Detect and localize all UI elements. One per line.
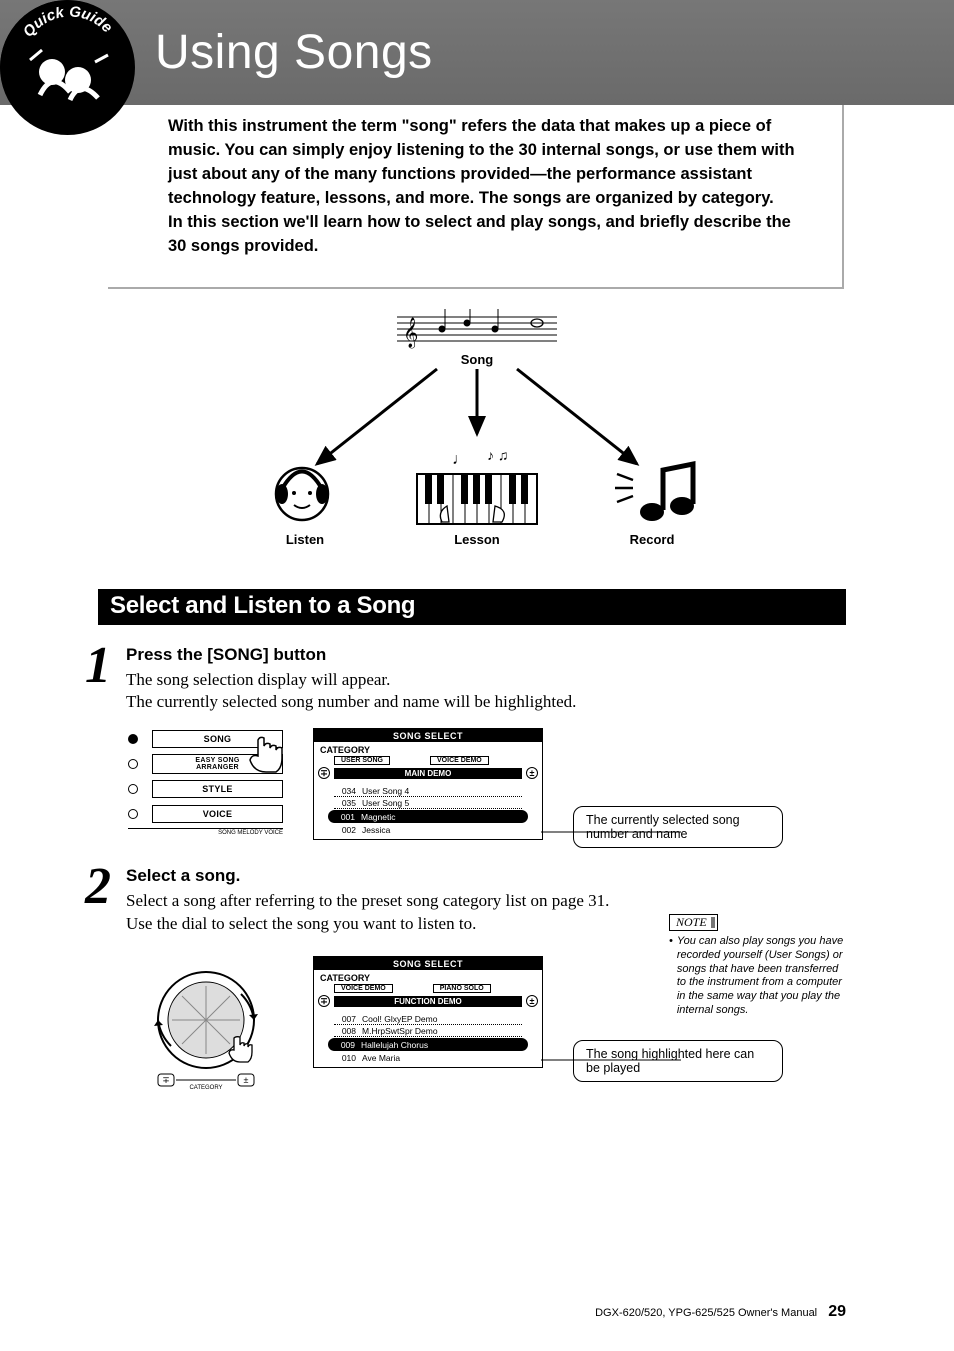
- record-icon: [615, 464, 694, 521]
- song-flow-diagram: 𝄞 Song Listen ♩ ♪ ♫: [110, 309, 844, 569]
- svg-text:∓: ∓: [162, 1075, 170, 1085]
- page-footer: DGX-620/520, YPG-625/525 Owner's Manual …: [595, 1303, 846, 1321]
- lcd2-bar: FUNCTION DEMO: [334, 996, 522, 1007]
- diagram-listen-label: Listen: [286, 532, 324, 547]
- music-staff-icon: 𝄞: [397, 309, 557, 349]
- note-box: NOTE •You can also play songs you have r…: [669, 914, 844, 1018]
- lcd-row: 001Magnetic: [328, 810, 528, 823]
- listen-icon: [276, 468, 328, 520]
- lcd-row: 010Ave Maria: [334, 1052, 522, 1063]
- lesson-icon: ♩ ♪ ♫: [417, 447, 537, 524]
- panel-buttons: SONG EASY SONG ARRANGER STYLE VOICE SONG…: [128, 728, 283, 836]
- lcd-left-arrow-icon[interactable]: ∓: [318, 995, 330, 1007]
- section-heading: Select and Listen to a Song: [98, 589, 846, 625]
- lcd2-list: 007Cool! GlxyEP Demo008M.HrpSwtSpr Demo0…: [314, 1011, 542, 1067]
- dial-control[interactable]: ∓ ± CATEGORY: [128, 956, 283, 1096]
- step-number: 2: [78, 866, 118, 936]
- lcd2-category: CATEGORY: [314, 970, 542, 984]
- song-melody-voice-label: SONG MELODY VOICE: [128, 828, 283, 836]
- lcd-row: 034User Song 4: [334, 785, 522, 797]
- step1-title: Press the [SONG] button: [126, 645, 846, 665]
- callout-connector: [541, 826, 681, 856]
- callout-connector: [541, 1054, 681, 1084]
- diagram-lesson-label: Lesson: [454, 532, 500, 547]
- lcd1-tab-right: VOICE DEMO: [430, 756, 489, 765]
- lcd-left-arrow-icon[interactable]: ∓: [318, 767, 330, 779]
- page-title: Using Songs: [155, 25, 433, 80]
- svg-text:♪ ♫: ♪ ♫: [487, 447, 508, 463]
- lcd-screen-2: SONG SELECT CATEGORY VOICE DEMO PIANO SO…: [313, 956, 543, 1068]
- lcd-row: 002Jessica: [334, 824, 522, 835]
- lcd1-bar: MAIN DEMO: [334, 768, 522, 779]
- page-header: Quick Guide Using Songs: [0, 0, 954, 105]
- intro-p1: With this instrument the term "song" ref…: [168, 115, 812, 211]
- lcd-right-arrow-icon[interactable]: ±: [526, 995, 538, 1007]
- lcd-right-arrow-icon[interactable]: ±: [526, 767, 538, 779]
- intro-p2: In this section we'll learn how to selec…: [168, 211, 812, 259]
- note-text: You can also play songs you have recorde…: [677, 935, 844, 1018]
- svg-text:±: ±: [243, 1075, 248, 1085]
- lcd-row: 035User Song 5: [334, 797, 522, 809]
- lcd1-tab-left: USER SONG: [334, 756, 390, 765]
- quick-guide-badge: Quick Guide: [0, 0, 135, 135]
- step1-line1: The song selection display will appear.: [126, 669, 846, 692]
- diagram-song-label: Song: [461, 352, 494, 367]
- step-number: 1: [78, 645, 118, 715]
- step1-line2: The currently selected song number and n…: [126, 691, 846, 714]
- lcd-screen-1: SONG SELECT CATEGORY USER SONG VOICE DEM…: [313, 728, 543, 840]
- lcd2-title: SONG SELECT: [314, 957, 542, 970]
- hand-pointer-icon: [246, 732, 290, 776]
- lcd-row: 007Cool! GlxyEP Demo: [334, 1013, 522, 1025]
- page-number: 29: [828, 1303, 846, 1320]
- step2-line1: Select a song after referring to the pre…: [126, 890, 846, 913]
- step-1: 1 Press the [SONG] button The song selec…: [78, 645, 846, 715]
- lcd-row: 008M.HrpSwtSpr Demo: [334, 1025, 522, 1037]
- lcd2-tab-right: PIANO SOLO: [433, 984, 491, 993]
- intro-text: With this instrument the term "song" ref…: [108, 105, 844, 289]
- led-icon: [128, 784, 138, 794]
- lcd-row: 009Hallelujah Chorus: [328, 1038, 528, 1051]
- led-icon: [128, 734, 138, 744]
- step2-title: Select a song.: [126, 866, 846, 886]
- footer-text: DGX-620/520, YPG-625/525 Owner's Manual: [595, 1307, 817, 1319]
- lcd1-list: 034User Song 4035User Song 5001Magnetic0…: [314, 783, 542, 839]
- voice-button[interactable]: VOICE: [152, 805, 283, 823]
- dial-category-label: CATEGORY: [189, 1085, 222, 1091]
- led-icon: [128, 759, 138, 769]
- lcd1-title: SONG SELECT: [314, 729, 542, 742]
- lcd2-tab-left: VOICE DEMO: [334, 984, 393, 993]
- svg-text:𝄞: 𝄞: [403, 317, 418, 349]
- svg-text:♩: ♩: [452, 451, 468, 468]
- lcd1-category: CATEGORY: [314, 742, 542, 756]
- note-label: NOTE: [669, 914, 718, 931]
- style-button[interactable]: STYLE: [152, 780, 283, 798]
- led-icon: [128, 809, 138, 819]
- diagram-record-label: Record: [630, 532, 675, 547]
- step1-figure: SONG EASY SONG ARRANGER STYLE VOICE SONG…: [128, 728, 846, 848]
